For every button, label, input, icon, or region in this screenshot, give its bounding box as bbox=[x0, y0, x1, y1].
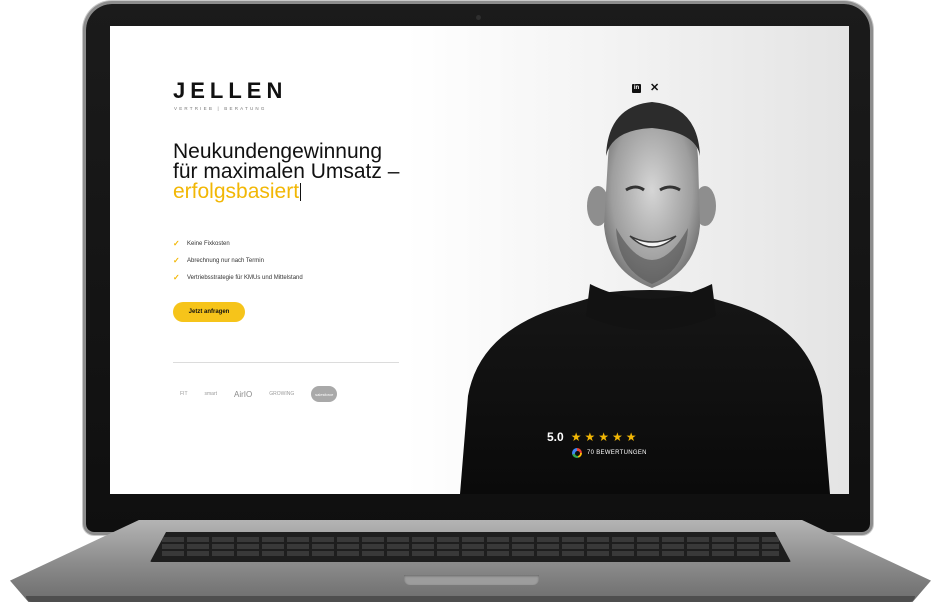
headline-line-1: Neukundengewinnung bbox=[173, 140, 383, 163]
google-icon bbox=[572, 448, 582, 458]
star-icon: ★ bbox=[598, 430, 609, 444]
star-icon: ★ bbox=[611, 430, 623, 444]
reviews-count: 70 BEWERTUNGEN bbox=[587, 450, 647, 456]
partner-logos: FIT smart AirIO GROWING salesforce bbox=[180, 386, 338, 402]
site-logo[interactable]: JELLEN VERTRIEB | BERATUNG bbox=[173, 78, 287, 111]
benefit-item: ✓ Abrechnung nur nach Termin bbox=[173, 252, 303, 269]
logo-tagline: VERTRIEB | BERATUNG bbox=[174, 106, 267, 111]
partner-logo-smart: smart bbox=[204, 391, 218, 397]
check-icon: ✓ bbox=[173, 273, 180, 282]
headline-accent: erfolgsbasiert bbox=[173, 180, 300, 203]
check-icon: ✓ bbox=[173, 239, 180, 248]
benefits-list: ✓ Keine Fixkosten ✓ Abrechnung nur nach … bbox=[173, 235, 303, 286]
laptop-screen: JELLEN VERTRIEB | BERATUNG in ✕ Neukunde… bbox=[110, 26, 849, 494]
laptop-keyboard bbox=[150, 532, 791, 562]
rating-stars: ★ ★ ★ ★ ★ bbox=[571, 431, 637, 443]
star-icon: ★ bbox=[584, 430, 596, 444]
partner-logo-salesforce: salesforce bbox=[311, 386, 338, 402]
webcam bbox=[476, 15, 481, 20]
typing-cursor bbox=[300, 183, 302, 201]
divider bbox=[173, 362, 399, 363]
benefit-label: Vertriebsstrategie für KMUs und Mittelst… bbox=[187, 274, 303, 281]
headline-line-2: für maximalen Umsatz – bbox=[173, 160, 400, 183]
star-icon: ★ bbox=[625, 430, 637, 444]
logo-wordmark: JELLEN bbox=[173, 78, 288, 103]
request-button[interactable]: Jetzt anfragen bbox=[173, 302, 245, 322]
google-rating: 5.0 ★ ★ ★ ★ ★ 70 BEWERTUNGEN bbox=[547, 430, 647, 458]
check-icon: ✓ bbox=[173, 256, 180, 265]
partner-logo-fit: FIT bbox=[180, 391, 188, 397]
benefit-item: ✓ Vertriebsstrategie für KMUs und Mittel… bbox=[173, 269, 303, 286]
laptop-notch bbox=[404, 575, 539, 585]
partner-logo-airio: AirIO bbox=[234, 389, 253, 399]
star-icon: ★ bbox=[570, 430, 582, 444]
benefit-label: Keine Fixkosten bbox=[187, 240, 230, 247]
partner-logo-growing: GROWING bbox=[269, 391, 295, 397]
hero-headline: Neukundengewinnung für maximalen Umsatz … bbox=[173, 140, 483, 203]
rating-score: 5.0 bbox=[547, 430, 564, 444]
benefit-item: ✓ Keine Fixkosten bbox=[173, 235, 303, 252]
benefit-label: Abrechnung nur nach Termin bbox=[187, 257, 264, 264]
laptop-base-edge bbox=[26, 596, 915, 602]
